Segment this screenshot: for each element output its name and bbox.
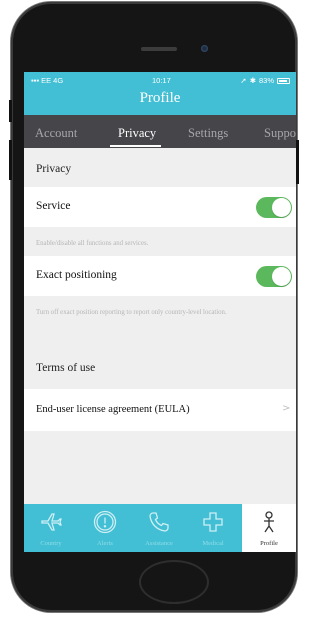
home-button[interactable] — [139, 560, 209, 604]
tabbar-label: Assistance — [145, 540, 173, 547]
signal-icon: ▪▪▪ — [31, 76, 39, 85]
tab-bar-top: Account Privacy Settings Suppo — [24, 115, 296, 148]
phone-icon — [149, 512, 169, 532]
phone-speaker — [141, 47, 177, 51]
tab-settings[interactable]: Settings — [188, 126, 228, 141]
tabbar-label: Medical — [202, 540, 224, 547]
tabbar-item-profile[interactable]: Profile — [242, 504, 296, 552]
active-tab-indicator — [110, 145, 161, 147]
tab-privacy[interactable]: Privacy — [118, 126, 156, 141]
tabbar-item-assistance[interactable]: Assistance — [132, 504, 186, 552]
medical-cross-icon — [203, 512, 223, 532]
battery-percent: 83% — [258, 76, 274, 85]
alert-icon — [93, 510, 117, 534]
page-title: Profile — [139, 90, 181, 106]
tabbar-item-country[interactable]: Country — [24, 504, 78, 552]
status-bar: ▪▪▪ EE 4G 10:17 ➚ ✱ 83% — [24, 72, 296, 86]
exact-positioning-row: Exact positioning — [24, 256, 296, 296]
tabbar-item-medical[interactable]: Medical — [186, 504, 240, 552]
tabbar-label: Country — [40, 540, 62, 547]
app-screen: ▪▪▪ EE 4G 10:17 ➚ ✱ 83% Profile Account … — [24, 72, 296, 552]
carrier-text: ▪▪▪ EE 4G — [31, 76, 64, 85]
phone-side-button — [9, 100, 12, 122]
status-time: 10:17 — [152, 76, 171, 85]
terms-section-title: Terms of use — [36, 362, 96, 374]
service-help-text: Enable/disable all functions and service… — [36, 240, 149, 247]
tab-account[interactable]: Account — [35, 126, 77, 141]
bluetooth-icon: ✱ — [249, 76, 256, 85]
app-header: ▪▪▪ EE 4G 10:17 ➚ ✱ 83% Profile — [24, 72, 296, 115]
tabbar-label: Profile — [260, 540, 278, 547]
service-toggle[interactable] — [256, 197, 292, 218]
person-icon — [264, 511, 274, 533]
location-icon: ➚ — [240, 76, 247, 85]
phone-side-button — [9, 140, 12, 180]
phone-side-button — [296, 140, 299, 184]
exact-positioning-label: Exact positioning — [36, 269, 117, 281]
chevron-right-icon: > — [282, 403, 291, 414]
service-label: Service — [36, 200, 71, 212]
bottom-tab-bar: Country Alerts Assistance Medical Profil… — [24, 504, 296, 552]
tabbar-item-alerts[interactable]: Alerts — [78, 504, 132, 552]
eula-row[interactable]: End-user license agreement (EULA) > — [24, 389, 296, 431]
battery-icon — [277, 77, 290, 84]
eula-label: End-user license agreement (EULA) — [36, 404, 190, 415]
toggle-knob — [272, 267, 291, 286]
tab-support[interactable]: Suppo — [264, 126, 296, 141]
phone-camera — [201, 45, 208, 52]
service-row: Service — [24, 187, 296, 227]
exact-positioning-toggle[interactable] — [256, 266, 292, 287]
tabbar-label: Alerts — [97, 540, 113, 547]
privacy-section-title: Privacy — [36, 163, 72, 175]
plane-icon — [41, 513, 62, 531]
exact-positioning-help-text: Turn off exact position reporting to rep… — [36, 309, 227, 316]
toggle-knob — [272, 198, 291, 217]
status-right: ➚ ✱ 83% — [240, 76, 290, 85]
